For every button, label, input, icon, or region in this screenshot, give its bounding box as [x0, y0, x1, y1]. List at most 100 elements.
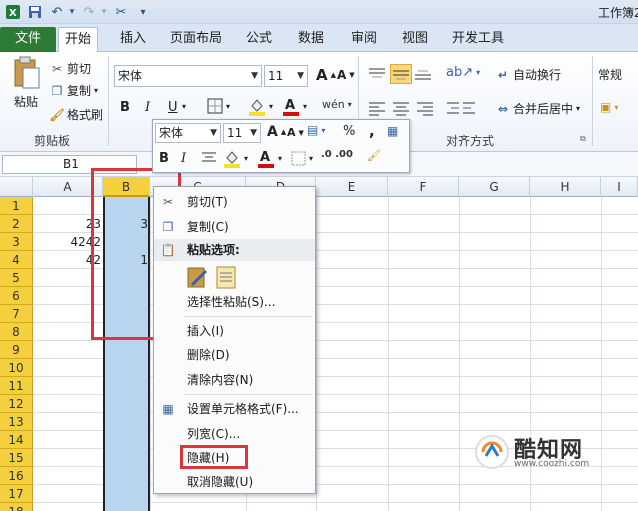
phonetic-button[interactable]: wén ▾ [322, 98, 352, 111]
mini-font-value: 宋体 [159, 126, 184, 140]
mini-comma-button[interactable]: , [369, 122, 375, 140]
tab-formulas[interactable]: 公式 [240, 27, 278, 52]
row-header[interactable]: 9 [0, 341, 33, 359]
brush-icon[interactable]: ✂ [112, 3, 130, 21]
mini-accounting-button[interactable]: ▤ ▾ [307, 123, 325, 137]
underline-button[interactable]: U [168, 100, 178, 115]
paste-option-default[interactable] [186, 265, 210, 289]
indent-button[interactable] [446, 100, 476, 116]
customize-icon[interactable]: ▾ [134, 3, 152, 21]
align-bottom-button[interactable] [414, 66, 432, 82]
menu-item-paste-special[interactable]: 选择性粘贴(S)... [154, 291, 315, 313]
tab-insert[interactable]: 插入 [114, 27, 152, 52]
merge-center-button[interactable]: ⇔ 合并后居中 ▾ [496, 100, 580, 117]
mini-border-button[interactable]: ▾ [291, 151, 313, 166]
row-header[interactable]: 14 [0, 431, 33, 449]
row-header[interactable]: 3 [0, 233, 33, 251]
border-icon [291, 151, 306, 166]
mini-fill-color-button[interactable]: ▾ [223, 148, 248, 168]
row-header[interactable]: 18 [0, 503, 33, 511]
tab-page-layout[interactable]: 页面布局 [164, 27, 228, 52]
merge-center-label: 合并后居中 [513, 102, 574, 116]
row-header[interactable]: 11 [0, 377, 33, 395]
font-size-combo[interactable]: 11 ▼ [264, 65, 308, 87]
fill-color-button[interactable]: ▾ [248, 96, 273, 116]
copy-button[interactable]: ❐ 复制 ▾ [50, 82, 98, 99]
mini-format-painter-button[interactable]: 🖌 [367, 149, 381, 162]
wrap-text-button[interactable]: ↵ 自动换行 [496, 66, 561, 83]
menu-item-clear-contents[interactable]: 清除内容(N) [154, 369, 315, 391]
menu-item-unhide[interactable]: 取消隐藏(U) [154, 471, 315, 493]
tab-view[interactable]: 视图 [396, 27, 434, 52]
row-header[interactable]: 4 [0, 251, 33, 269]
menu-item-delete[interactable]: 删除(D) [154, 344, 315, 366]
mini-align-center-button[interactable] [201, 151, 217, 165]
row-header[interactable]: 5 [0, 269, 33, 287]
align-left-button[interactable] [368, 100, 386, 116]
column-header-e[interactable]: E [316, 177, 388, 197]
mini-format-button[interactable]: ▦ [387, 124, 398, 138]
row-header[interactable]: 17 [0, 485, 33, 503]
tab-home[interactable]: 开始 [58, 27, 99, 53]
bold-button[interactable]: B [120, 100, 130, 115]
mini-font-combo[interactable]: 宋体 ▼ [155, 123, 221, 143]
row-header[interactable]: 1 [0, 197, 33, 215]
tab-data[interactable]: 数据 [292, 27, 330, 52]
align-top-button[interactable] [368, 66, 386, 82]
orientation-button[interactable]: ab↗ ▾ [446, 65, 480, 80]
shrink-font-button[interactable]: A ▼ [337, 68, 355, 82]
cut-button[interactable]: ✂ 剪切 [50, 60, 91, 77]
menu-item-format-cells[interactable]: ▦ 设置单元格格式(F)... [154, 398, 315, 420]
paste-button[interactable]: 粘贴 [6, 56, 46, 110]
menu-item-insert[interactable]: 插入(I) [154, 320, 315, 342]
row-header[interactable]: 13 [0, 413, 33, 431]
grow-font-button[interactable]: A ▲ [316, 66, 336, 84]
redo-dropdown-icon[interactable]: ▾ [95, 3, 113, 21]
fill-color-icon [249, 99, 265, 116]
menu-item-cut[interactable]: ✂ 剪切(T) [154, 191, 315, 213]
menu-item-copy[interactable]: ❐ 复制(C) [154, 216, 315, 238]
mini-bold-button[interactable]: B [159, 151, 169, 166]
mini-shrink-font-button[interactable]: A ▼ [287, 126, 304, 139]
accounting-format-button[interactable]: ▣ ▾ [600, 100, 618, 114]
tab-developer[interactable]: 开发工具 [446, 27, 510, 52]
menu-item-column-width[interactable]: 列宽(C)... [154, 423, 315, 445]
italic-button[interactable]: I [145, 100, 150, 115]
row-header[interactable]: 16 [0, 467, 33, 485]
number-format-combo[interactable]: 常规 [598, 66, 622, 83]
mini-font-color-button[interactable]: A ▾ [257, 148, 282, 168]
row-header[interactable]: 8 [0, 323, 33, 341]
row-header[interactable]: 10 [0, 359, 33, 377]
font-name-combo[interactable]: 宋体 ▼ [114, 65, 262, 87]
row-header[interactable]: 6 [0, 287, 33, 305]
mini-grow-font-button[interactable]: A ▲ [267, 124, 286, 140]
save-icon[interactable] [26, 3, 44, 21]
align-middle-button[interactable] [390, 64, 412, 84]
format-painter-button[interactable]: 🖌 格式刷 [49, 106, 103, 123]
mini-increase-decimal-button[interactable]: .0 .00 [321, 149, 353, 160]
select-all-corner[interactable] [0, 177, 33, 197]
undo-dropdown-icon[interactable]: ▾ [63, 3, 81, 21]
paste-option-values[interactable] [214, 265, 238, 289]
font-color-button[interactable]: A ▾ [282, 96, 307, 116]
column-header-f[interactable]: F [388, 177, 459, 197]
alignment-dialog-launcher-icon[interactable]: ⧉ [580, 134, 586, 144]
tab-review[interactable]: 审阅 [345, 27, 383, 52]
border-button[interactable]: ▾ [207, 98, 230, 114]
row-header[interactable]: 12 [0, 395, 33, 413]
mini-percent-button[interactable]: % [343, 124, 355, 139]
column-header-h[interactable]: H [530, 177, 601, 197]
row-header[interactable]: 15 [0, 449, 33, 467]
mini-size-combo[interactable]: 11 ▼ [223, 123, 261, 143]
mini-italic-button[interactable]: I [181, 151, 186, 166]
align-center-button[interactable] [392, 100, 410, 116]
row-header[interactable]: 2 [0, 215, 33, 233]
grow-font-icon: A [267, 124, 278, 140]
underline-dropdown-icon[interactable]: ▾ [182, 102, 186, 111]
column-header-g[interactable]: G [459, 177, 530, 197]
copy-dropdown-icon[interactable]: ▾ [94, 86, 98, 95]
row-header[interactable]: 7 [0, 305, 33, 323]
tab-file[interactable]: 文件 [0, 27, 56, 52]
align-right-button[interactable] [416, 100, 434, 116]
column-header-i[interactable]: I [601, 177, 638, 197]
